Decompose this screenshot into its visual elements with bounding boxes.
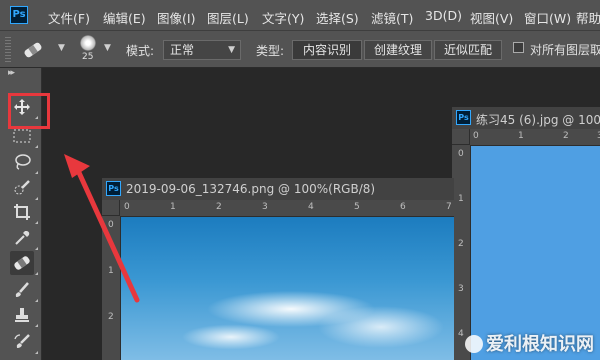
- watermark-logo-icon: [465, 335, 483, 353]
- watermark: 爱利根知识网: [465, 330, 594, 356]
- watermark-text: 爱利根知识网: [486, 334, 594, 355]
- annotation-arrow: [64, 154, 140, 303]
